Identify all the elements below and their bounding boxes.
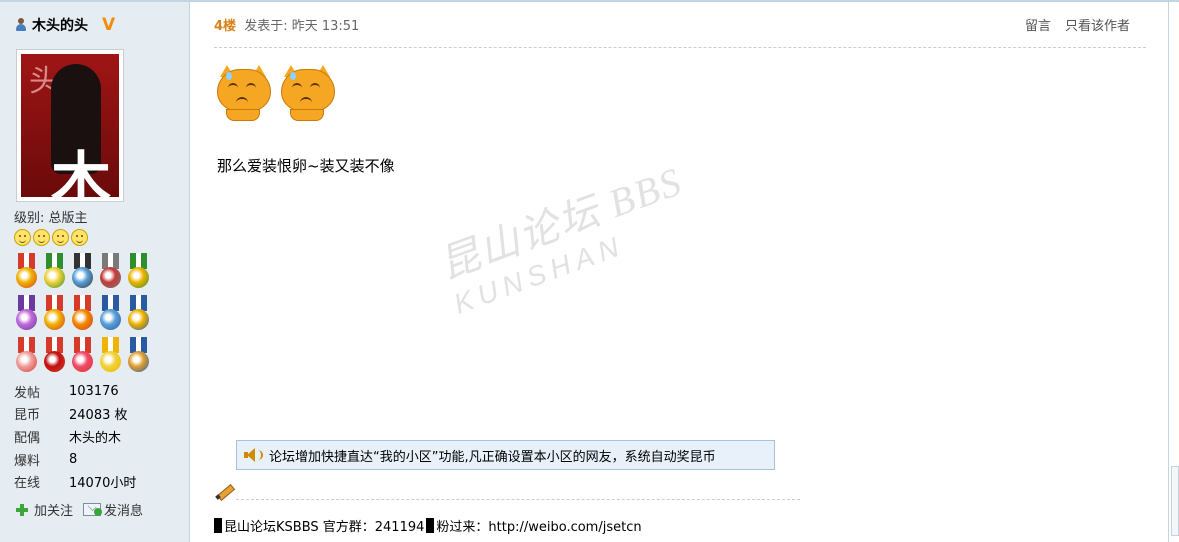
- stat-label: 爆料: [14, 453, 41, 469]
- user-level: 级别: 总版主: [14, 211, 88, 226]
- avatar-frame[interactable]: 头 木: [16, 49, 124, 202]
- medal-icon[interactable]: [42, 295, 67, 335]
- floor-number: 4楼: [214, 19, 237, 34]
- right-border: [1168, 0, 1169, 542]
- pencil-icon: [215, 483, 233, 499]
- rank-smiley-icon: [33, 229, 50, 246]
- sweating-cat-emoticon-icon: [278, 63, 336, 121]
- site-watermark: 昆山论坛 BBS KUNSHAN: [430, 149, 700, 321]
- rank-stars: [14, 229, 88, 246]
- signature-group-text: 昆山论坛KSBBS 官方群：241194: [224, 520, 425, 535]
- reply-link[interactable]: 留言: [1025, 15, 1051, 34]
- user-stats: 发帖 103176 昆币 24083 枚配偶 木头的木爆料 8 在线 14070小时: [14, 380, 136, 493]
- medal-icon[interactable]: [14, 253, 39, 293]
- medal-icon[interactable]: [98, 337, 123, 377]
- medal-icon[interactable]: [126, 253, 151, 293]
- rank-smiley-icon: [14, 229, 31, 246]
- vip-badge-icon: V: [102, 15, 116, 35]
- send-message-button[interactable]: 发消息: [83, 500, 143, 519]
- send-message-label: 发消息: [104, 504, 144, 519]
- stat-value: 103176: [69, 383, 119, 399]
- speaker-icon: [243, 447, 263, 463]
- post-time: 发表于: 昨天 13:51: [244, 19, 360, 34]
- follow-button[interactable]: 加关注: [14, 500, 73, 519]
- signature-bar-icon: [426, 518, 435, 533]
- rank-smiley-icon: [71, 229, 88, 246]
- stat-row: 配偶 木头的木: [14, 425, 136, 448]
- signature: 昆山论坛KSBBS 官方群：241194 粉过来：http://weibo.co…: [214, 516, 642, 535]
- medal-icon[interactable]: [126, 337, 151, 377]
- medal-icon[interactable]: [70, 253, 95, 293]
- sweating-cat-emoticon-icon: [214, 63, 272, 121]
- stat-label: 在线: [14, 476, 41, 492]
- stat-row: 爆料 8: [14, 448, 136, 471]
- stat-row: 在线 14070小时: [14, 470, 136, 493]
- mail-icon: [83, 503, 103, 516]
- stat-value[interactable]: 木头的木: [69, 427, 121, 446]
- medal-icon[interactable]: [98, 253, 123, 293]
- user-icon: [14, 18, 28, 32]
- post-header-actions: 留言 只看该作者: [1025, 15, 1130, 34]
- stat-label: 发帖: [14, 385, 41, 401]
- stat-value: 14070小时: [69, 476, 137, 492]
- signature-bar-icon: [214, 518, 222, 533]
- stat-row: 昆币 24083 枚: [14, 403, 136, 426]
- medal-icon[interactable]: [42, 253, 67, 293]
- signature-weibo-link[interactable]: 粉过来：http://weibo.com/jsetcn: [436, 516, 641, 535]
- only-author-link[interactable]: 只看该作者: [1065, 15, 1130, 34]
- medal-icon[interactable]: [126, 295, 151, 335]
- rank-smiley-icon: [52, 229, 69, 246]
- user-actions: 加关注 发消息: [14, 500, 143, 519]
- username-link[interactable]: 木头的头: [32, 15, 88, 35]
- stat-label: 配偶: [14, 430, 41, 446]
- user-name-row: 木头的头 V: [14, 15, 115, 35]
- signature-divider: [236, 499, 800, 500]
- user-sidebar: 木头的头 V 头 木 级别: 总版主 发帖 103176 昆币 24083 枚配偶 木头…: [0, 2, 190, 542]
- header-divider: [214, 47, 1146, 48]
- notice-text: 论坛增加快捷直达“我的小区”功能,凡正确设置本小区的网友，系统自动奖昆币: [269, 449, 716, 465]
- forum-notice-link[interactable]: 论坛增加快捷直达“我的小区”功能,凡正确设置本小区的网友，系统自动奖昆币: [236, 440, 775, 470]
- medal-icon[interactable]: [14, 295, 39, 335]
- medal-icon[interactable]: [70, 337, 95, 377]
- post-message: 那么爱装恨卵~装又装不像: [217, 157, 395, 175]
- medal-icon[interactable]: [98, 295, 123, 335]
- medal-icon[interactable]: [70, 295, 95, 335]
- stat-row: 发帖 103176: [14, 380, 136, 403]
- plus-icon: [14, 502, 30, 518]
- side-scroll-handle[interactable]: [1171, 466, 1179, 536]
- medal-grid: [14, 253, 154, 377]
- avatar[interactable]: 头 木: [21, 54, 119, 197]
- stat-value: 8: [69, 451, 78, 467]
- follow-label: 加关注: [34, 504, 74, 519]
- stat-value: 24083 枚: [69, 408, 128, 424]
- medal-icon[interactable]: [14, 337, 39, 377]
- stat-label: 昆币: [14, 408, 41, 424]
- avatar-art-glyph-bottom: 木: [51, 146, 111, 197]
- emoticon-row: [214, 63, 336, 121]
- medal-icon[interactable]: [42, 337, 67, 377]
- post-header: 4楼 发表于: 昨天 13:51 留言 只看该作者: [214, 15, 1146, 35]
